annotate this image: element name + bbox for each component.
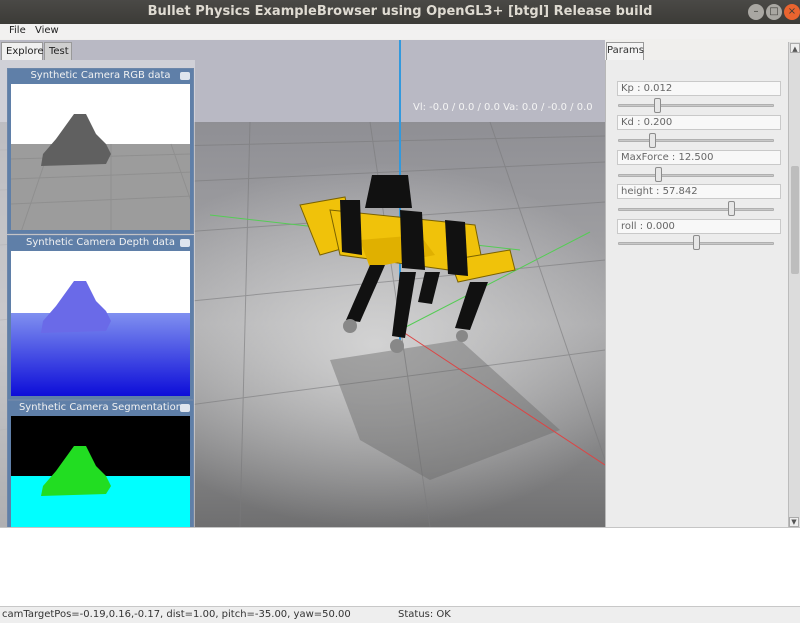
param-maxforce-slider[interactable] bbox=[618, 174, 774, 177]
param-maxforce-thumb[interactable] bbox=[655, 167, 663, 182]
scroll-down-icon[interactable]: ▼ bbox=[789, 517, 799, 527]
param-height-slider[interactable] bbox=[618, 208, 774, 211]
param-kp-field: Kp : 0.012 bbox=[617, 81, 781, 96]
param-roll-thumb[interactable] bbox=[692, 235, 700, 250]
camera-rgb-view bbox=[11, 84, 190, 230]
param-roll-field: roll : 0.000 bbox=[617, 219, 781, 234]
minimize-button[interactable]: – bbox=[748, 4, 764, 20]
tab-explorer[interactable]: Explorer bbox=[1, 42, 48, 60]
close-button[interactable]: × bbox=[784, 4, 800, 20]
camera-depth-panel[interactable]: Synthetic Camera Depth data bbox=[7, 235, 194, 400]
camera-rgb-collapse-button[interactable] bbox=[180, 72, 190, 80]
camera-rgb-panel[interactable]: Synthetic Camera RGB data bbox=[7, 68, 194, 234]
scroll-up-icon[interactable]: ▲ bbox=[790, 43, 800, 53]
param-kp-thumb[interactable] bbox=[653, 98, 661, 113]
window-title: Bullet Physics ExampleBrowser using Open… bbox=[147, 4, 653, 19]
window-titlebar: Bullet Physics ExampleBrowser using Open… bbox=[0, 0, 800, 24]
camera-depth-image bbox=[11, 251, 190, 396]
params-panel bbox=[605, 60, 788, 527]
camera-depth-header: Synthetic Camera Depth data bbox=[8, 236, 193, 251]
camera-rgb-header: Synthetic Camera RGB data bbox=[8, 69, 193, 84]
menu-view[interactable]: View bbox=[35, 25, 59, 36]
camera-seg-collapse-button[interactable] bbox=[180, 404, 190, 412]
camera-depth-view bbox=[11, 251, 190, 396]
minimize-icon: – bbox=[753, 6, 759, 17]
camera-status: camTargetPos=-0.19,0.16,-0.17, dist=1.00… bbox=[2, 609, 351, 620]
app-status: Status: OK bbox=[398, 609, 451, 620]
param-kp-slider[interactable] bbox=[618, 104, 774, 107]
param-height-field: height : 57.842 bbox=[617, 184, 781, 199]
camera-rgb-image bbox=[11, 84, 190, 230]
menu-bar: File View bbox=[0, 24, 800, 39]
param-height-thumb[interactable] bbox=[728, 201, 736, 216]
maximize-button[interactable]: □ bbox=[766, 4, 782, 20]
camera-depth-title: Synthetic Camera Depth data bbox=[26, 237, 175, 248]
params-scroll-thumb[interactable] bbox=[791, 166, 799, 274]
param-kd-slider[interactable] bbox=[618, 139, 774, 142]
menu-file[interactable]: File bbox=[9, 25, 26, 36]
camera-depth-collapse-button[interactable] bbox=[180, 239, 190, 247]
param-kd-thumb[interactable] bbox=[649, 133, 657, 148]
camera-seg-header: Synthetic Camera Segmentation Mask bbox=[8, 401, 193, 427]
param-kd-field: Kd : 0.200 bbox=[617, 115, 781, 130]
tab-params[interactable]: Params bbox=[606, 42, 644, 60]
console-output[interactable] bbox=[0, 527, 800, 607]
close-icon: × bbox=[787, 6, 797, 17]
camera-rgb-title: Synthetic Camera RGB data bbox=[30, 70, 171, 81]
param-maxforce-field: MaxForce : 12.500 bbox=[617, 150, 781, 165]
maximize-icon: □ bbox=[769, 6, 779, 17]
tab-test[interactable]: Test bbox=[44, 42, 72, 60]
params-scrollbar[interactable]: ▲ bbox=[788, 42, 800, 528]
status-bar: camTargetPos=-0.19,0.16,-0.17, dist=1.00… bbox=[0, 606, 800, 623]
velocity-readout: Vl: -0.0 / 0.0 / 0.0 Va: 0.0 / -0.0 / 0.… bbox=[413, 102, 593, 113]
